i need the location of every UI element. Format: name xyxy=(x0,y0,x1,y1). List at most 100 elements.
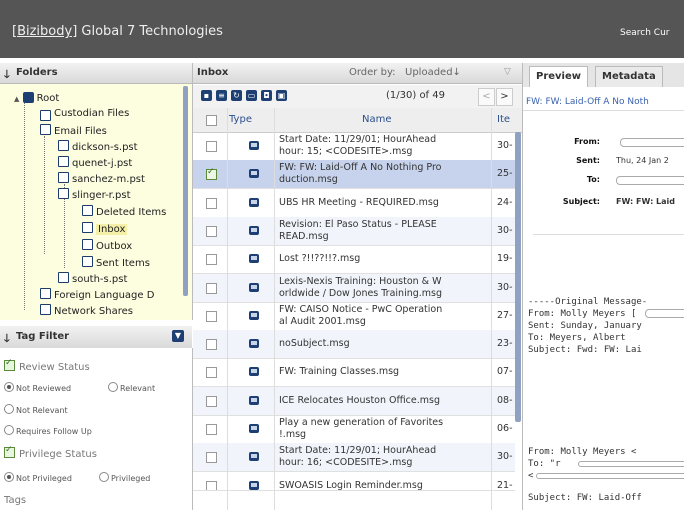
radio-not-privileged[interactable]: Not Privileged xyxy=(4,472,72,483)
tree-item-outbox[interactable]: Outbox xyxy=(82,239,132,252)
folders-scrollbar[interactable] xyxy=(183,86,188,296)
table-row[interactable]: SWOASIS Login Reminder.msg 21- xyxy=(193,472,515,491)
tree-item-sanchez[interactable]: sanchez-m.pst xyxy=(58,172,145,185)
row-name-line: !.msg xyxy=(279,429,307,440)
row-name[interactable]: ICE Relocates Houston Office.msg xyxy=(279,389,484,413)
table-row[interactable]: Start Date: 11/29/01; HourAhead hour: 16;… xyxy=(193,443,515,473)
radio-not-reviewed[interactable]: Not Reviewed xyxy=(4,382,71,393)
refresh-icon[interactable]: ↻ xyxy=(231,90,242,101)
row-checkbox[interactable] xyxy=(206,367,217,379)
tree-item-deleted-items[interactable]: Deleted Items xyxy=(82,205,166,218)
row-name[interactable]: Start Date: 11/29/01; HourAhead hour: 16;… xyxy=(279,445,484,469)
tag-filter-title[interactable]: 🡓 Tag Filter ▼ xyxy=(0,326,192,349)
prev-page-button[interactable]: < xyxy=(478,88,495,106)
expand-icon[interactable]: ▲ xyxy=(14,95,19,103)
row-checkbox[interactable] xyxy=(206,339,217,351)
privilege-status-checkbox[interactable] xyxy=(4,445,15,458)
table-row[interactable]: ICE Relocates Houston Office.msg 08- xyxy=(193,386,515,416)
row-checkbox[interactable] xyxy=(206,197,217,209)
select-all-checkbox[interactable] xyxy=(206,115,217,126)
radio-icon[interactable] xyxy=(4,382,14,392)
tree-item-sent-items[interactable]: Sent Items xyxy=(82,256,150,269)
table-row[interactable]: Play a new generation of Favorites !.msg 0… xyxy=(193,415,515,444)
row-checkbox[interactable] xyxy=(206,424,217,435)
tree-item-root[interactable]: ▲ Root xyxy=(14,92,59,104)
folders-panel-title[interactable]: 🡓 Folders xyxy=(0,63,192,84)
document-icon[interactable]: ≡ xyxy=(216,90,227,101)
column-type[interactable]: Type xyxy=(229,114,252,125)
tree-item-network-shares[interactable]: Network Shares xyxy=(40,304,133,317)
email-icon[interactable]: ▭ xyxy=(246,90,257,101)
tree-connector xyxy=(24,100,25,310)
tree-item-quenet[interactable]: quenet-j.pst xyxy=(58,156,132,169)
tree-item-south[interactable]: south-s.pst xyxy=(58,272,127,285)
row-name[interactable]: UBS HR Meeting - REQUIRED.msg xyxy=(279,191,484,215)
radio-icon[interactable] xyxy=(4,404,14,414)
tree-item-email-files[interactable]: Email Files xyxy=(40,124,107,137)
row-name[interactable]: FW: FW: Laid-Off A No Nothing Pro duction… xyxy=(279,162,484,186)
row-name[interactable]: Lost ?!!??!!?.msg xyxy=(279,247,484,271)
radio-requires-follow-up[interactable]: Requires Follow Up xyxy=(4,425,92,436)
table-row[interactable]: Lexis-Nexis Training: Houston & Worldwid… xyxy=(193,273,515,303)
radio-not-relevant[interactable]: Not Relevant xyxy=(4,404,68,415)
radio-privileged[interactable]: Privileged xyxy=(99,472,150,483)
tree-item-inbox[interactable]: Inbox xyxy=(82,222,128,235)
row-checkbox[interactable] xyxy=(206,225,217,237)
tab-metadata[interactable]: Metadata xyxy=(595,66,663,87)
next-page-button[interactable]: > xyxy=(496,88,513,106)
table-row[interactable]: Start Date: 11/29/01; HourAhead hour: 15;… xyxy=(193,132,515,161)
review-status-toggle[interactable]: Review Status xyxy=(4,358,90,373)
tree-item-label: Foreign Language D xyxy=(54,290,155,300)
review-status-checkbox[interactable] xyxy=(4,358,15,371)
filter-icon[interactable]: ▼ xyxy=(172,330,184,342)
row-name[interactable]: Play a new generation of Favorites !.msg xyxy=(279,417,484,441)
tree-item-slinger[interactable]: slinger-r.pst xyxy=(58,188,131,201)
row-name[interactable]: Lexis-Nexis Training: Houston & Worldwid… xyxy=(279,276,484,300)
select-icon[interactable]: ▪ xyxy=(201,90,212,101)
radio-icon[interactable] xyxy=(4,425,14,435)
row-item: 24- xyxy=(497,196,513,208)
header-divider xyxy=(533,234,684,235)
row-checkbox[interactable] xyxy=(206,480,217,490)
column-item[interactable]: Ite xyxy=(497,114,510,125)
row-checkbox[interactable] xyxy=(206,282,217,294)
row-checkbox[interactable] xyxy=(206,167,217,181)
tree-item-dickson[interactable]: dickson-s.pst xyxy=(58,140,138,153)
arrow-down-icon: 🡓 xyxy=(4,68,10,81)
radio-relevant[interactable]: Relevant xyxy=(108,382,155,393)
option-label: Not Relevant xyxy=(16,406,68,415)
radio-icon[interactable] xyxy=(99,472,109,482)
row-name[interactable]: noSubject.msg xyxy=(279,332,484,356)
row-checkbox[interactable] xyxy=(206,310,217,322)
table-row[interactable]: Revision: El Paso Status - PLEASE READ.ms… xyxy=(193,216,515,246)
privilege-status-toggle[interactable]: Privilege Status xyxy=(4,445,97,460)
row-name[interactable]: SWOASIS Login Reminder.msg xyxy=(279,474,484,490)
search-label[interactable]: Search Cur xyxy=(620,28,669,38)
row-name[interactable]: Start Date: 11/29/01; HourAhead hour: 15;… xyxy=(279,134,484,158)
row-checkbox[interactable] xyxy=(206,452,217,464)
table-row[interactable]: UBS HR Meeting - REQUIRED.msg 24- xyxy=(193,189,515,218)
folder-icon xyxy=(40,124,51,135)
brand-link[interactable]: [Bizibody] xyxy=(12,24,77,39)
row-name[interactable]: Revision: El Paso Status - PLEASE READ.ms… xyxy=(279,219,484,243)
table-row[interactable]: FW: FW: Laid-Off A No Nothing Production… xyxy=(193,160,515,190)
order-by-select[interactable]: Uploaded↓ xyxy=(405,67,461,78)
row-checkbox[interactable] xyxy=(206,254,217,266)
table-row[interactable]: FW: Training Classes.msg 07- xyxy=(193,358,515,388)
column-name[interactable]: Name xyxy=(362,114,392,125)
row-checkbox[interactable] xyxy=(206,395,217,407)
radio-icon[interactable] xyxy=(108,382,118,392)
table-row[interactable]: Lost ?!!??!!?.msg 19- xyxy=(193,245,515,275)
table-row[interactable]: FW: CAISO Notice - PwC Operation al Audit… xyxy=(193,302,515,331)
radio-icon[interactable] xyxy=(4,472,14,482)
row-name[interactable]: FW: Training Classes.msg xyxy=(279,360,484,384)
tab-preview[interactable]: Preview xyxy=(529,66,589,87)
inbox-scrollbar[interactable] xyxy=(515,132,521,422)
dropdown-arrow-icon[interactable]: ▽ xyxy=(504,67,511,77)
row-checkbox[interactable] xyxy=(206,141,217,152)
tree-item-foreign-language[interactable]: Foreign Language D xyxy=(40,288,183,300)
table-row[interactable]: noSubject.msg 23- xyxy=(193,330,515,360)
archive-icon[interactable]: ▣ xyxy=(276,90,287,101)
row-name[interactable]: FW: CAISO Notice - PwC Operation al Audit… xyxy=(279,304,484,328)
image-icon[interactable]: ◘ xyxy=(261,90,272,101)
